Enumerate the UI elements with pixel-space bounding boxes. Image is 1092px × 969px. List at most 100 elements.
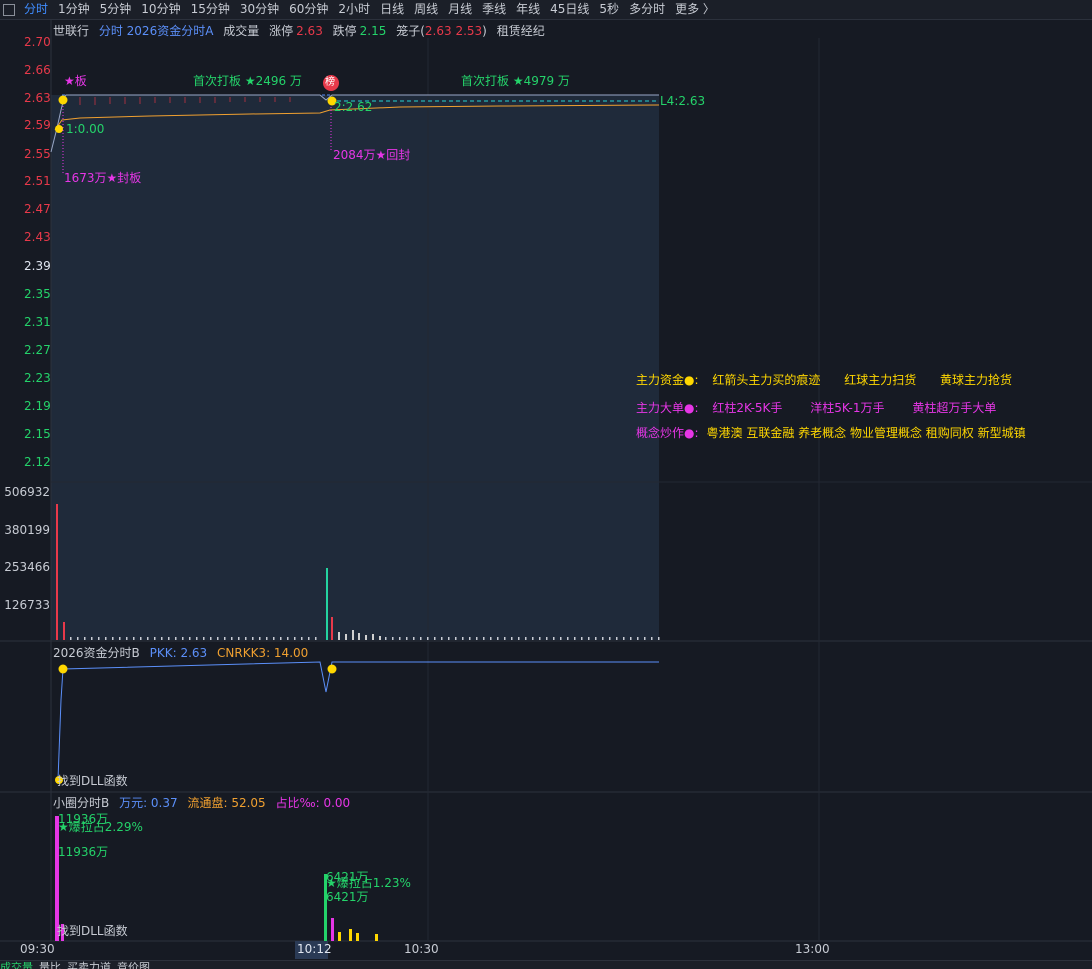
volume-bar [280,637,282,640]
cage-label: 笼子( [396,24,425,38]
price-tick-label: 2.63 [24,91,51,105]
sub2-wan: 万元: 0.37 [119,796,178,810]
concept-list: 粤港澳 互联金融 养老概念 物业管理概念 租购同权 新型城镇 [706,426,1026,440]
volume-bar [483,637,485,640]
sub2-title[interactable]: 小圈分时B [53,796,109,810]
price-tick-label: 2.19 [24,399,51,413]
volume-bar [252,637,254,640]
volume-bar [273,637,275,640]
volume-bar [469,637,471,640]
price-tick-label: 2.55 [24,147,51,161]
volume-bar [70,637,72,640]
volume-bar [392,637,394,640]
volume-bar [588,637,590,640]
volume-bar [105,637,107,640]
volume-bar [210,637,212,640]
volume-bar [637,637,639,640]
volume-bar [168,637,170,640]
sub1-pkk: PKK: 2.63 [149,646,208,660]
volume-bar [511,637,513,640]
volume-tick-label: 253466 [4,560,50,574]
price-tick-label: 2.23 [24,371,51,385]
volume-bar [644,637,646,640]
volume-bar [189,637,191,640]
price-tick-label: 2.66 [24,63,51,77]
volume-bar [315,637,317,640]
sub2-header: 小圈分时B 万元: 0.37 流通盘: 52.05 占比‰: 0.00 [53,794,356,811]
first-board-label-1: 首次打板 ★2496 万 [193,74,302,88]
volume-bar [560,637,562,640]
price-tick-label: 2.27 [24,343,51,357]
volume-bar [91,637,93,640]
volume-bar [308,637,310,640]
volume-bar [455,637,457,640]
volume-bar [175,637,177,640]
legend-item: 黄柱超万手大单 [912,401,997,415]
volume-bar [434,637,436,640]
price-tick-label: 2.15 [24,427,51,441]
sub2-a2: ★爆拉占2.29% [58,820,143,834]
volume-bar [581,637,583,640]
legend-title-main-funds: 主力资金●: [636,373,699,387]
reseal-label: 2084万★回封 [333,148,411,162]
price-tick-label: 2.31 [24,315,51,329]
sub1-header: 2026资金分时B PKK: 2.63 CNRKK3: 14.00 [53,644,314,661]
l1-label: 1:0.00 [66,122,105,136]
l4-label: L4:2.63 [660,94,706,108]
price-tick-label: 2.43 [24,230,51,244]
volume-bar [294,637,296,640]
volume-label: 成交量 [223,24,260,38]
volume-bar [154,637,156,640]
volume-bar [595,637,597,640]
yellow-ball-icon [58,664,68,674]
legend-item: 黄球主力抢货 [940,373,1013,387]
indicator-name[interactable]: 分时 2026资金分时A [99,24,214,38]
l2-label: 2:2.62 [334,100,373,114]
volume-bar [217,637,219,640]
volume-bar [532,637,534,640]
legend-item: 红柱2K-5K手 [712,401,783,415]
volume-bar [539,637,541,640]
volume-bar [245,637,247,640]
volume-bar [546,637,548,640]
limit-down-value: 2.15 [359,24,387,38]
volume-bar [84,637,86,640]
sub2-dll-note: 找到DLL函数 [57,924,128,938]
time-label-cursor: 10:12 [297,942,332,956]
seal-label: 1673万★封板 [64,171,142,185]
legend-item: 洋柱5K-1万手 [810,401,885,415]
legend-title-concepts: 概念炒作●: [636,426,699,440]
time-label-1030: 10:30 [404,942,439,956]
legend-row-concepts: 概念炒作●: 粤港澳 互联金融 养老概念 物业管理概念 租购同权 新型城镇 [636,424,1046,441]
price-area-fill [51,95,659,640]
volume-bar [77,637,79,640]
price-tick-label: 2.39 [24,259,51,273]
volume-bar [301,637,303,640]
volume-tick-label: 506932 [4,485,50,499]
sub2-ratio: 占比‰: 0.00 [275,796,351,810]
volume-bar [147,637,149,640]
first-board-label-2: 首次打板 ★4979 万 [461,74,570,88]
bang-badge-text[interactable]: 榜 [325,76,335,90]
volume-bar [518,637,520,640]
chart-canvas [0,20,1092,959]
volume-bar [287,637,289,640]
volume-bar [259,637,261,640]
chart-header: 世联行 分时 2026资金分时A 成交量 涨停 2.63 跌停 2.15 笼子(2.… [53,22,551,38]
price-tick-label: 2.47 [24,202,51,216]
volume-bar [98,637,100,640]
time-label-open: 09:30 [20,942,55,956]
volume-bar [623,637,625,640]
legend-row-big-orders: 主力大单●: 红柱2K-5K手 洋柱5K-1万手 黄柱超万手大单 [636,399,1016,416]
sub1-title[interactable]: 2026资金分时B [53,646,140,660]
volume-bar [658,637,660,640]
volume-bar [231,637,233,640]
legend-item: 红球主力扫货 [844,373,917,387]
volume-tick-label: 380199 [4,523,50,537]
volume-bar [112,637,114,640]
volume-bar [497,637,499,640]
volume-tick-label: 126733 [4,598,50,612]
sub1-dll-note: 找到DLL函数 [57,774,128,788]
volume-bar [413,637,415,640]
volume-bar [196,637,198,640]
